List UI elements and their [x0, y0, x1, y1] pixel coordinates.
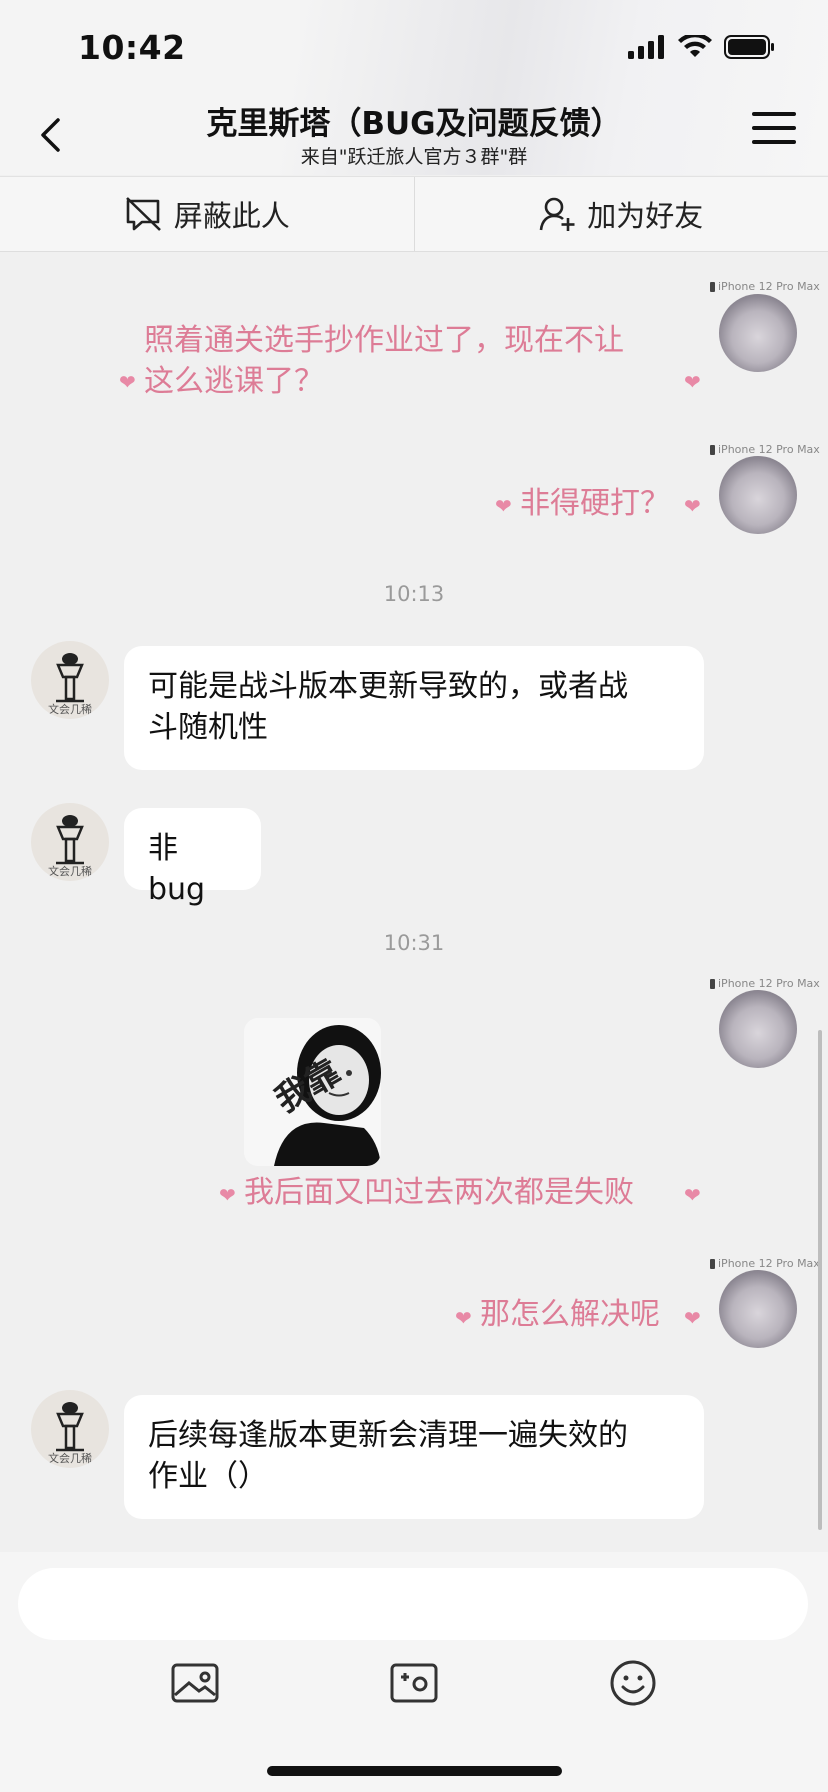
avatar-label: 文会几稀	[48, 864, 92, 878]
cellular-signal-icon	[628, 35, 664, 59]
status-time: 10:42	[78, 28, 186, 67]
message-text: 斗随机性	[148, 710, 268, 745]
heart-icon: ❤	[219, 1183, 236, 1207]
message-text: 后续每逢版本更新会清理一遍失效的	[148, 1418, 628, 1453]
menu-icon-line	[752, 140, 796, 144]
add-friend-label: 加为好友	[587, 199, 704, 233]
message-text: 非得硬打？	[520, 486, 670, 521]
heart-icon: ❤	[495, 494, 512, 518]
device-tag: iPhone 12 Pro Max	[710, 977, 820, 990]
message-text: 作业（）	[148, 1459, 268, 1494]
emoji-icon	[610, 1660, 656, 1706]
heart-icon: ❤	[684, 494, 701, 518]
chat-subtitle: 来自"跃迁旅人官方３群"群	[300, 146, 528, 168]
message-bubble: 后续每逢版本更新会清理一遍失效的 作业（）	[124, 1395, 704, 1519]
message-text: 照着通关选手抄作业过了，现在不让 这么逃课了？	[144, 323, 624, 399]
avatar[interactable]	[719, 456, 797, 534]
action-bar: 屏蔽此人 加为好友	[0, 176, 828, 252]
message-text: 可能是战斗版本更新导致的，或者战	[148, 669, 628, 704]
message-text: 那怎么解决呢	[480, 1297, 660, 1332]
avatar[interactable]: 文会几稀	[31, 1390, 109, 1468]
timestamp: 10:13	[383, 582, 445, 606]
doll-icon: 文会几稀	[48, 815, 92, 878]
status-icons	[628, 34, 776, 60]
avatar[interactable]: 文会几稀	[31, 803, 109, 881]
menu-button[interactable]	[752, 112, 796, 156]
menu-icon	[752, 112, 796, 116]
home-indicator	[267, 1766, 562, 1776]
avatar[interactable]	[719, 990, 797, 1068]
heart-icon: ❤	[684, 1306, 701, 1330]
heart-icon: ❤	[684, 370, 701, 394]
avatar[interactable]: 文会几稀	[31, 641, 109, 719]
heart-icon: ❤	[119, 370, 136, 394]
timestamp: 10:31	[383, 931, 445, 955]
camera-button[interactable]	[388, 1657, 440, 1709]
block-icon	[125, 197, 161, 231]
message-bubble: 可能是战斗版本更新导致的，或者战 斗随机性	[124, 646, 704, 770]
menu-icon-line	[752, 126, 796, 130]
sticker-image[interactable]: 我靠	[244, 1018, 381, 1166]
image-icon	[171, 1663, 219, 1703]
wifi-icon	[678, 35, 712, 57]
device-tag: iPhone 12 Pro Max	[710, 443, 820, 456]
battery-icon	[724, 35, 774, 59]
device-tag: iPhone 12 Pro Max	[710, 1257, 820, 1270]
heart-icon: ❤	[455, 1306, 472, 1330]
add-friend-icon	[539, 197, 575, 231]
block-user-button[interactable]: 屏蔽此人	[0, 177, 415, 251]
emoji-button[interactable]	[607, 1657, 659, 1709]
avatar[interactable]	[719, 1270, 797, 1348]
chat-title: 克里斯塔（BUG及问题反馈）	[206, 106, 622, 142]
image-button[interactable]	[169, 1657, 221, 1709]
avatar-label: 文会几稀	[48, 702, 92, 716]
heart-icon: ❤	[684, 1183, 701, 1207]
doll-icon: 文会几稀	[48, 653, 92, 716]
add-friend-button[interactable]: 加为好友	[415, 177, 828, 251]
camera-icon	[390, 1663, 438, 1703]
doll-icon: 文会几稀	[48, 1402, 92, 1465]
avatar-label: 文会几稀	[48, 1451, 92, 1465]
message-input[interactable]	[18, 1568, 808, 1640]
message-bubble: 非 bug	[124, 808, 261, 907]
message-text: 非 bug	[148, 831, 206, 907]
message-text: 我后面又凹过去两次都是失败	[244, 1175, 634, 1210]
device-tag: iPhone 12 Pro Max	[710, 280, 820, 293]
block-user-label: 屏蔽此人	[173, 199, 290, 233]
avatar[interactable]	[719, 294, 797, 372]
panda-sticker: 我靠	[244, 1018, 381, 1166]
scrollbar[interactable]	[818, 1030, 822, 1530]
